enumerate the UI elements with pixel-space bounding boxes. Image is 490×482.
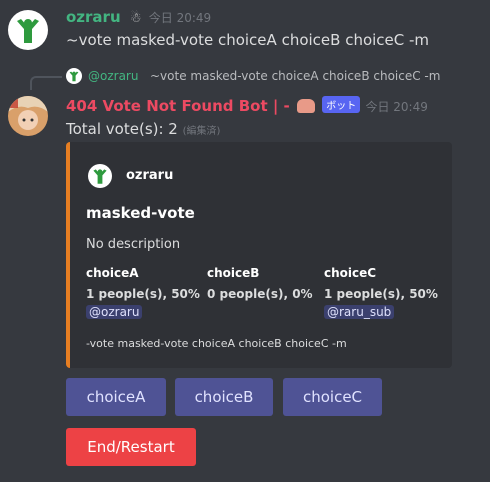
field-name: choiceC (324, 266, 377, 280)
reply-author[interactable]: @ozraru (88, 69, 138, 83)
emoji-icon: ☃ (129, 11, 142, 26)
person-icon (93, 169, 107, 184)
embed-author: ozraru (126, 168, 174, 183)
field-name: choiceA (86, 266, 139, 280)
field-value: 0 people(s), 0% (207, 287, 313, 301)
person-icon (17, 19, 39, 43)
hand-emoji-icon (297, 99, 315, 113)
choiceB-button[interactable]: choiceB (175, 378, 273, 416)
field-name: choiceB (207, 266, 260, 280)
field-value: 1 people(s), 50% (324, 287, 438, 301)
end-restart-button[interactable]: End/Restart (66, 428, 196, 466)
bot-avatar[interactable] (8, 96, 48, 136)
message-author[interactable]: ozraru ☃ 今日 20:49 (66, 8, 211, 26)
embed-field-choiceC: choiceC 1 people(s), 50% @raru_sub (324, 266, 438, 320)
vote-embed: ozraru masked-vote No description choice… (66, 142, 452, 368)
bot-author[interactable]: 404 Vote Not Found Bot | - ボット 今日 20:49 (66, 96, 428, 115)
user-avatar[interactable] (8, 10, 48, 50)
message-timestamp: 今日 20:49 (365, 100, 428, 114)
reply-content[interactable]: ~vote masked-vote choiceA choiceB choice… (150, 69, 440, 83)
bot-badge: ボット (322, 96, 361, 113)
reply-connector (30, 76, 62, 90)
embed-author-avatar (88, 164, 112, 188)
choiceA-button[interactable]: choiceA (66, 378, 166, 416)
anime-avatar-icon (8, 96, 48, 136)
message-content: ~vote masked-vote choiceA choiceB choice… (66, 31, 430, 49)
field-value: 1 people(s), 50% (86, 287, 200, 301)
embed-description: No description (86, 237, 181, 252)
message-timestamp: 今日 20:49 (148, 11, 212, 25)
bot-message-content: Total vote(s): 2 (編集済) (66, 120, 221, 138)
embed-footer: -vote masked-vote choiceA choiceB choice… (86, 337, 347, 350)
person-icon (69, 71, 79, 82)
choiceC-button[interactable]: choiceC (283, 378, 382, 416)
user-mention[interactable]: @ozraru (86, 305, 143, 319)
embed-field-choiceB: choiceB 0 people(s), 0% (207, 266, 313, 301)
reply-avatar[interactable] (66, 68, 82, 84)
edited-label: (編集済) (182, 126, 221, 137)
embed-field-choiceA: choiceA 1 people(s), 50% @ozraru (86, 266, 200, 320)
user-mention[interactable]: @raru_sub (324, 305, 395, 319)
embed-title: masked-vote (86, 204, 195, 222)
